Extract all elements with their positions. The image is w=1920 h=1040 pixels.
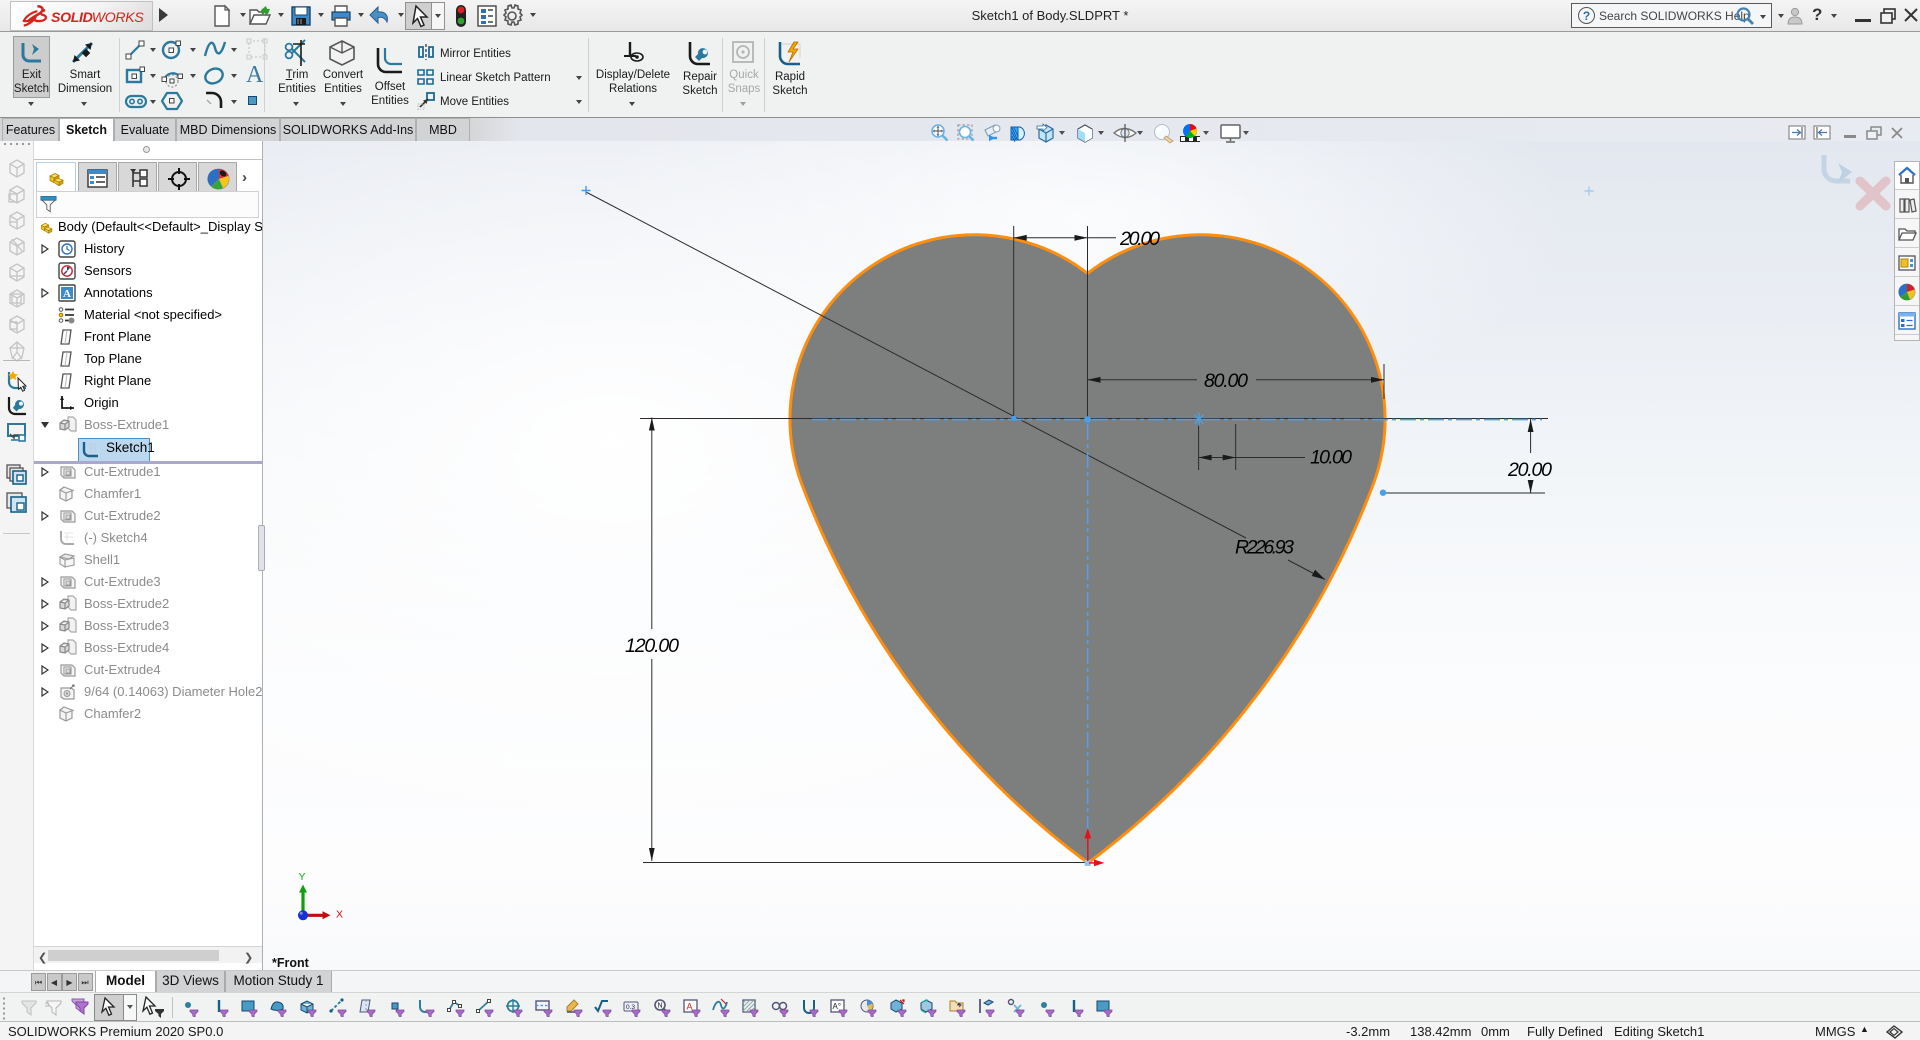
svg-text:X: X (336, 909, 343, 921)
svg-text:20.00: 20.00 (1119, 228, 1160, 250)
svg-text:A: A (63, 288, 71, 300)
svg-text:WORKS: WORKS (92, 9, 145, 25)
svg-text:*Front: *Front (272, 956, 310, 970)
svg-text:A: A (687, 1002, 693, 1012)
svg-text:N: N (658, 1003, 663, 1010)
svg-text:120.00: 120.00 (625, 635, 679, 657)
svg-text:R226.93: R226.93 (1235, 537, 1294, 559)
svg-text:Y: Y (299, 871, 306, 883)
svg-text:80.00: 80.00 (1204, 370, 1248, 392)
svg-text:10.00: 10.00 (1310, 447, 1352, 469)
svg-text:20.00: 20.00 (1507, 459, 1552, 481)
svg-text:SOLID: SOLID (51, 9, 93, 25)
